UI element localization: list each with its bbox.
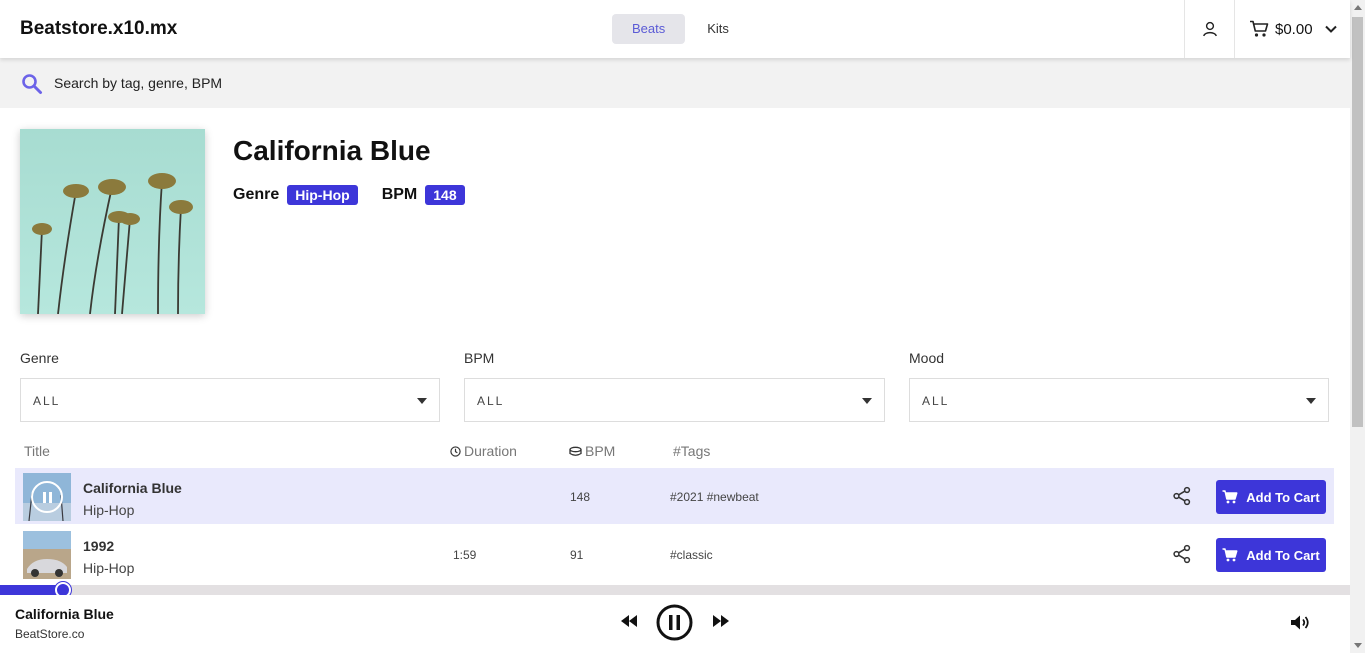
share-icon[interactable] bbox=[1172, 486, 1192, 506]
caret-down-icon bbox=[862, 398, 872, 404]
mood-filter: Mood ALL bbox=[909, 350, 1329, 422]
nav-tab-beats[interactable]: Beats bbox=[612, 14, 686, 44]
drum-icon bbox=[569, 446, 582, 456]
track-genre: Hip-Hop bbox=[83, 560, 135, 576]
thumbnail-image bbox=[23, 531, 71, 579]
track-tags[interactable]: #2021 #newbeat bbox=[670, 490, 759, 504]
track-thumbnail[interactable] bbox=[23, 473, 71, 521]
bpm-label: BPM bbox=[381, 186, 418, 203]
bpm-badge: 148 bbox=[425, 185, 465, 205]
volume-button[interactable] bbox=[1290, 614, 1310, 631]
palm-trees-image bbox=[20, 129, 205, 314]
fast-forward-icon bbox=[713, 615, 729, 627]
search-input[interactable] bbox=[54, 72, 654, 94]
genre-filter: Genre ALL bbox=[20, 350, 440, 422]
play-pause-button[interactable] bbox=[656, 604, 693, 641]
search-bar bbox=[0, 58, 1350, 108]
cart-plus-icon bbox=[1222, 490, 1238, 504]
site-logo[interactable]: Beatstore.x10.mx bbox=[20, 18, 177, 40]
main-nav: Beats Kits bbox=[612, 14, 751, 44]
search-icon bbox=[22, 74, 42, 94]
add-to-cart-button[interactable]: Add To Cart bbox=[1216, 538, 1326, 572]
scroll-up-arrow[interactable] bbox=[1354, 5, 1362, 10]
genre-select[interactable]: ALL bbox=[20, 378, 440, 422]
track-duration: 1:59 bbox=[453, 548, 477, 562]
track-bpm: 148 bbox=[570, 490, 591, 504]
audio-player: California Blue BeatStore.co bbox=[0, 595, 1350, 651]
filter-label: Mood bbox=[909, 350, 945, 366]
table-row[interactable]: California Blue Hip-Hop 148 #2021 #newbe… bbox=[15, 468, 1334, 524]
filter-label: Genre bbox=[20, 350, 59, 366]
pause-icon[interactable] bbox=[31, 481, 63, 513]
volume-icon bbox=[1291, 615, 1309, 630]
page-scrollbar[interactable] bbox=[1350, 0, 1365, 653]
cover-art bbox=[20, 129, 205, 314]
caret-down-icon bbox=[417, 398, 427, 404]
genre-badge: Hip-Hop bbox=[287, 185, 358, 205]
add-to-cart-label: Add To Cart bbox=[1246, 547, 1320, 563]
bpm-filter: BPM ALL bbox=[464, 350, 885, 422]
col-header-title: Title bbox=[24, 443, 50, 459]
pause-circle-icon bbox=[656, 604, 693, 641]
caret-down-icon bbox=[1306, 398, 1316, 404]
track-name[interactable]: California Blue bbox=[83, 480, 182, 496]
track-bpm: 91 bbox=[570, 548, 584, 562]
cart-icon bbox=[1250, 20, 1269, 37]
col-header-duration: Duration bbox=[450, 443, 517, 459]
chevron-down-icon[interactable] bbox=[1324, 25, 1337, 33]
col-header-duration-label: Duration bbox=[464, 443, 517, 459]
header-actions: $0.00 bbox=[1184, 0, 1350, 58]
share-icon[interactable] bbox=[1172, 544, 1192, 564]
previous-button[interactable] bbox=[619, 613, 639, 629]
genre-label: Genre bbox=[233, 186, 280, 203]
select-value: ALL bbox=[922, 394, 950, 408]
add-to-cart-button[interactable]: Add To Cart bbox=[1216, 480, 1326, 514]
now-playing-title: California Blue bbox=[15, 606, 114, 622]
playback-progress-bar[interactable] bbox=[0, 582, 1350, 598]
scrollbar-thumb[interactable] bbox=[1352, 17, 1363, 427]
top-header: Beatstore.x10.mx Beats Kits $0.00 bbox=[0, 0, 1350, 58]
mood-select[interactable]: ALL bbox=[909, 378, 1329, 422]
select-value: ALL bbox=[33, 394, 61, 408]
bpm-select[interactable]: ALL bbox=[464, 378, 885, 422]
filter-label: BPM bbox=[464, 350, 495, 366]
track-thumbnail[interactable] bbox=[23, 531, 71, 579]
track-name[interactable]: 1992 bbox=[83, 538, 114, 554]
add-to-cart-label: Add To Cart bbox=[1246, 489, 1320, 505]
account-button[interactable] bbox=[1184, 0, 1234, 58]
progress-fill bbox=[0, 585, 63, 595]
track-tags[interactable]: #classic bbox=[670, 548, 713, 562]
scroll-down-arrow[interactable] bbox=[1354, 643, 1362, 648]
col-header-tags: #Tags bbox=[673, 443, 711, 459]
rewind-icon bbox=[621, 615, 637, 627]
user-icon bbox=[1202, 21, 1217, 37]
table-row[interactable]: 1992 Hip-Hop 1:59 91 #classic Add To Car… bbox=[15, 526, 1334, 582]
cart-button[interactable]: $0.00 bbox=[1234, 0, 1350, 58]
next-button[interactable] bbox=[711, 613, 731, 629]
app-root: Beatstore.x10.mx Beats Kits $0.00 Search… bbox=[0, 0, 1365, 653]
beat-title: California Blue bbox=[233, 135, 431, 166]
track-genre: Hip-Hop bbox=[83, 502, 135, 518]
select-value: ALL bbox=[477, 394, 505, 408]
nav-tab-kits[interactable]: Kits bbox=[687, 14, 749, 44]
col-header-bpm-label: BPM bbox=[585, 443, 616, 459]
beat-meta: Genre Hip-Hop BPM 148 bbox=[233, 185, 465, 205]
now-playing-artist: BeatStore.co bbox=[15, 627, 85, 641]
cart-total: $0.00 bbox=[1275, 20, 1313, 38]
cart-plus-icon bbox=[1222, 548, 1238, 562]
clock-icon bbox=[450, 445, 461, 457]
col-header-bpm: BPM bbox=[569, 443, 615, 459]
